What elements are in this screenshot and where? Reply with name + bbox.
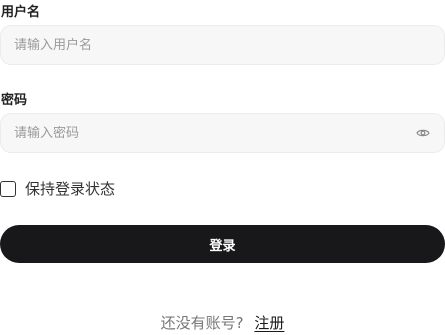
login-button[interactable]: 登录 [0,225,445,263]
username-field-box[interactable] [0,25,445,65]
password-field-box[interactable] [0,113,445,153]
remember-me-label[interactable]: 保持登录状态 [25,180,115,198]
signup-row: 还没有账号? 注册 [0,313,445,333]
password-label: 密码 [1,93,28,108]
username-label: 用户名 [1,5,41,20]
signup-prompt: 还没有账号? [160,314,244,332]
username-input[interactable] [14,37,431,53]
remember-me-row: 保持登录状态 [0,180,115,198]
login-form: 用户名 密码 保持登录状态 登录 还没有账号? 注册 [0,0,445,335]
remember-me-checkbox[interactable] [0,181,16,197]
password-input[interactable] [14,125,415,141]
signup-link[interactable]: 注册 [254,314,284,332]
eye-icon-graphic [416,129,430,137]
eye-icon[interactable] [415,125,431,141]
